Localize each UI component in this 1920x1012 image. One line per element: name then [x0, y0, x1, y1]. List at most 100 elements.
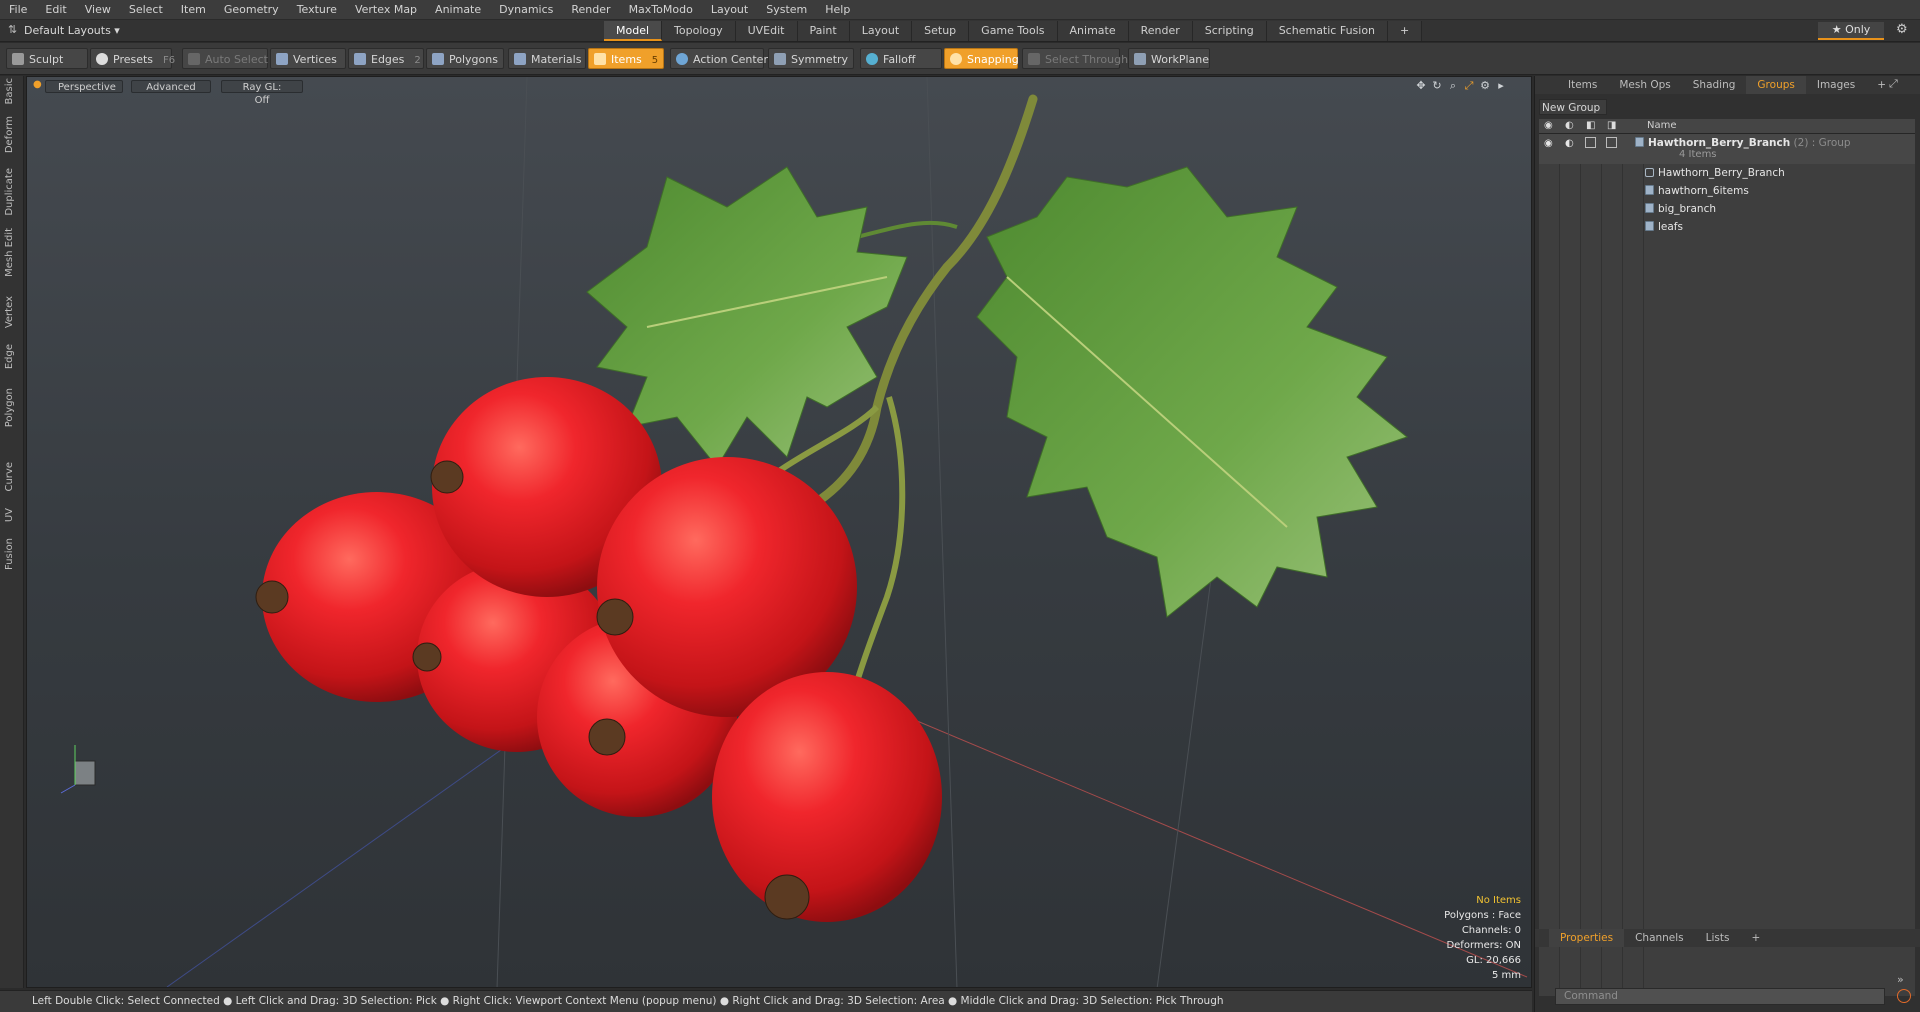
tool-tab-deform[interactable]: Deform — [4, 116, 20, 153]
layout-selector[interactable]: Default Layouts ▾ — [24, 24, 120, 37]
leaf — [976, 166, 1409, 618]
select-through-button[interactable]: Select Through — [1022, 48, 1128, 69]
expand-arrows-icon[interactable]: » — [1897, 973, 1904, 986]
tool-tab-edge[interactable]: Edge — [4, 344, 20, 369]
layout-tab-paint[interactable]: Paint — [797, 21, 850, 41]
status-bar: Left Double Click: Select Connected ● Le… — [0, 990, 1532, 1012]
panel-expand-icon[interactable]: ⤢ — [1889, 77, 1898, 91]
group-child-row[interactable]: big_branch — [1539, 200, 1915, 218]
stat-channels: Channels: 0 — [1461, 925, 1521, 936]
auto-select-button[interactable]: Auto Select — [182, 48, 268, 69]
toolbar: Sculpt Presets F6 Auto Select Vertices1 E… — [0, 43, 1920, 75]
visibility-header-icon[interactable]: ◉ — [1544, 120, 1553, 131]
menu-file[interactable]: File — [0, 0, 36, 20]
lock-checkbox[interactable] — [1585, 137, 1596, 148]
group-row-root[interactable]: ◉ ◐ Hawthorn_Berry_Branch (2) : Group 4 … — [1539, 134, 1915, 164]
render-header-icon[interactable]: ◐ — [1565, 120, 1574, 131]
panel-tab-images[interactable]: Images — [1806, 76, 1866, 94]
presets-button[interactable]: Presets F6 — [90, 48, 175, 69]
menu-geometry[interactable]: Geometry — [215, 0, 288, 20]
menu-view[interactable]: View — [76, 0, 120, 20]
gear-icon[interactable]: ⚙ — [1896, 22, 1908, 37]
panel-tab-mesh-ops[interactable]: Mesh Ops — [1608, 76, 1681, 94]
action-center-button[interactable]: Action Center — [670, 48, 768, 69]
menu-item[interactable]: Item — [172, 0, 215, 20]
panel-tab-items[interactable]: Items — [1557, 76, 1608, 94]
menu-select[interactable]: Select — [120, 0, 172, 20]
lock-header-icon[interactable]: ◧ — [1586, 120, 1595, 131]
render-icon[interactable]: ◐ — [1565, 135, 1574, 153]
layout-tab-model[interactable]: Model — [604, 21, 663, 41]
edges-label: Edges — [371, 53, 405, 66]
stat-deformers: Deformers: ON — [1446, 940, 1521, 951]
layout-tab-animate[interactable]: Animate — [1057, 21, 1129, 41]
group-child-row[interactable]: Hawthorn_Berry_Branch — [1539, 164, 1915, 182]
sculpt-button[interactable]: Sculpt — [6, 48, 88, 69]
visibility-icon[interactable]: ◉ — [1544, 135, 1553, 153]
groups-list[interactable]: ◉ ◐ Hawthorn_Berry_Branch (2) : Group 4 … — [1539, 134, 1915, 996]
materials-button[interactable]: Materials — [508, 48, 586, 69]
tool-tab-basic[interactable]: Basic — [4, 78, 20, 104]
items-label: Items — [611, 53, 642, 66]
group-child-row[interactable]: leafs — [1539, 218, 1915, 236]
layout-tab-uvedit[interactable]: UVEdit — [735, 21, 798, 41]
select-checkbox[interactable] — [1606, 137, 1617, 148]
tool-tab-curve[interactable]: Curve — [4, 462, 20, 492]
new-group-button[interactable]: New Group — [1539, 99, 1608, 115]
bottom-tab-properties[interactable]: Properties — [1549, 929, 1625, 947]
layout-tab-schematic-fusion[interactable]: Schematic Fusion — [1266, 21, 1389, 41]
3d-viewport[interactable]: ● Perspective Advanced Ray GL: Off ✥ ↻ ⌕… — [26, 76, 1532, 988]
snapping-button[interactable]: Snapping — [944, 48, 1019, 69]
group-child-row[interactable]: hawthorn_6items — [1539, 182, 1915, 200]
bottom-tab-lists[interactable]: Lists — [1695, 929, 1741, 947]
layout-tab-render[interactable]: Render — [1128, 21, 1193, 41]
menu-layout[interactable]: Layout — [702, 0, 757, 20]
edges-icon — [354, 53, 366, 65]
bottom-tab-add[interactable]: + — [1740, 929, 1771, 947]
falloff-button[interactable]: Falloff — [860, 48, 942, 69]
falloff-icon — [866, 53, 878, 65]
items-button[interactable]: Items 5 — [588, 48, 664, 69]
edges-button[interactable]: Edges 2 — [348, 48, 424, 69]
vertices-label: Vertices — [293, 53, 337, 66]
auto-select-icon — [188, 53, 200, 65]
group-item-count: 4 Items — [1679, 149, 1717, 160]
menu-render[interactable]: Render — [562, 0, 619, 20]
vertices-button[interactable]: Vertices1 — [270, 48, 353, 69]
symmetry-button[interactable]: Symmetry — [768, 48, 854, 69]
polygons-button[interactable]: Polygons — [426, 48, 504, 69]
command-input[interactable]: Command — [1555, 988, 1885, 1005]
menu-dynamics[interactable]: Dynamics — [490, 0, 562, 20]
action-center-label: Action Center — [693, 53, 768, 66]
panel-tab-groups[interactable]: Groups — [1746, 76, 1806, 94]
tool-tab-uv[interactable]: UV — [4, 508, 20, 522]
panel-tab-shading[interactable]: Shading — [1682, 76, 1747, 94]
tool-tab-polygon[interactable]: Polygon — [4, 388, 20, 427]
layout-bar: ⇅ Default Layouts ▾ Model Topology UVEdit P… — [0, 20, 1920, 42]
menu-system[interactable]: System — [757, 0, 816, 20]
select-header-icon[interactable]: ◨ — [1607, 120, 1616, 131]
bottom-tab-channels[interactable]: Channels — [1624, 929, 1695, 947]
polygons-label: Polygons — [449, 53, 498, 66]
layout-icon[interactable]: ⇅ — [8, 23, 17, 36]
menu-maxtomodo[interactable]: MaxToModo — [620, 0, 702, 20]
layout-tab-scripting[interactable]: Scripting — [1192, 21, 1267, 41]
only-toggle[interactable]: ★ Only — [1818, 22, 1884, 40]
layout-tab-topology[interactable]: Topology — [662, 21, 736, 41]
layout-tab-add[interactable]: + — [1388, 21, 1423, 41]
layout-tab-layout[interactable]: Layout — [849, 21, 913, 41]
menu-help[interactable]: Help — [816, 0, 859, 20]
menu-vertex-map[interactable]: Vertex Map — [346, 0, 426, 20]
tool-tab-vertex[interactable]: Vertex — [4, 296, 20, 328]
workplane-button[interactable]: WorkPlane — [1128, 48, 1210, 69]
layout-tab-setup[interactable]: Setup — [912, 21, 970, 41]
tool-tab-fusion[interactable]: Fusion — [4, 538, 20, 570]
menu-animate[interactable]: Animate — [426, 0, 490, 20]
action-center-icon — [676, 53, 688, 65]
tool-tab-mesh-edit[interactable]: Mesh Edit — [4, 228, 20, 277]
tool-tab-duplicate[interactable]: Duplicate — [4, 168, 20, 216]
layout-tab-game-tools[interactable]: Game Tools — [969, 21, 1058, 41]
menu-texture[interactable]: Texture — [288, 0, 346, 20]
menu-edit[interactable]: Edit — [36, 0, 75, 20]
record-icon[interactable] — [1897, 989, 1911, 1003]
